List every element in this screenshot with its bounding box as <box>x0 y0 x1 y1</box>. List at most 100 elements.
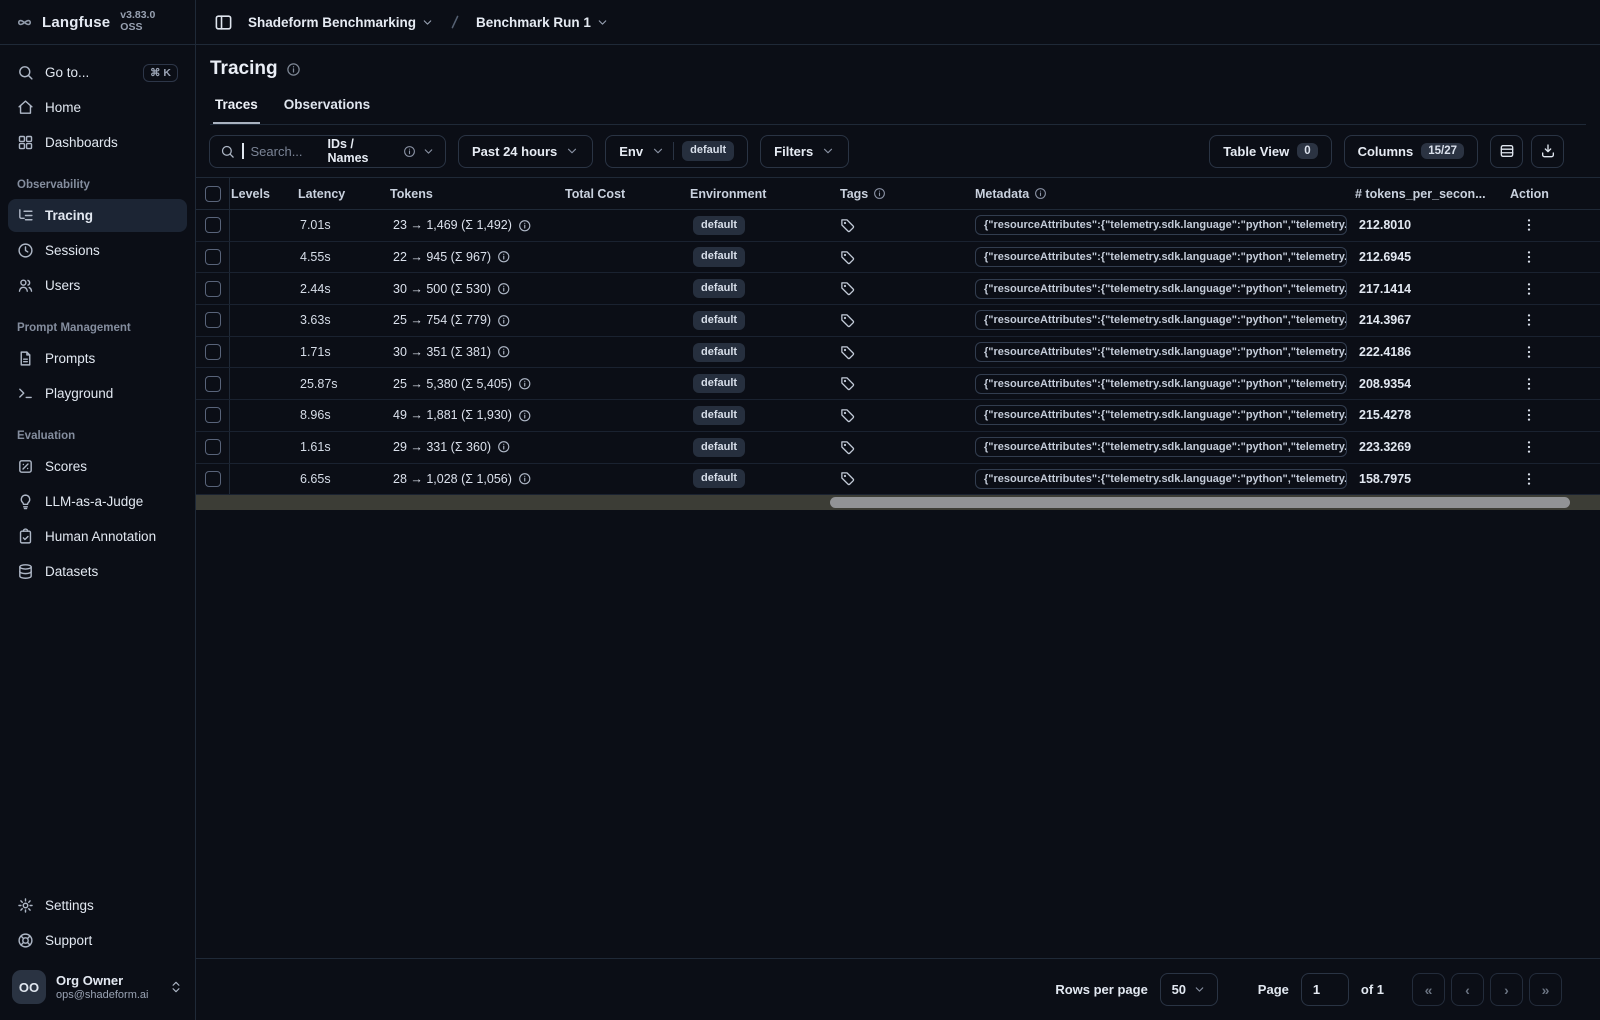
sidebar-item-support[interactable]: Support <box>8 924 187 957</box>
kebab-menu-icon[interactable] <box>1521 376 1537 392</box>
column-header-total-cost[interactable]: Total Cost <box>560 178 685 209</box>
metadata-pill[interactable]: {"resourceAttributes":{"telemetry.sdk.la… <box>975 278 1347 299</box>
breadcrumb-org[interactable]: Shadeform Benchmarking <box>248 15 434 30</box>
tag-icon[interactable] <box>840 281 855 296</box>
export-download-button[interactable] <box>1531 134 1564 168</box>
kebab-menu-icon[interactable] <box>1521 407 1537 423</box>
first-page-button[interactable]: « <box>1412 973 1445 1006</box>
metadata-pill[interactable]: {"resourceAttributes":{"telemetry.sdk.la… <box>975 247 1347 268</box>
row-checkbox[interactable] <box>205 470 221 487</box>
metadata-pill[interactable]: {"resourceAttributes":{"telemetry.sdk.la… <box>975 437 1347 458</box>
metadata-pill[interactable]: {"resourceAttributes":{"telemetry.sdk.la… <box>975 310 1347 331</box>
page-number-input[interactable] <box>1300 973 1349 1006</box>
metadata-pill[interactable]: {"resourceAttributes":{"telemetry.sdk.la… <box>975 405 1347 426</box>
sidebar-item-users[interactable]: Users <box>8 269 187 302</box>
kebab-menu-icon[interactable] <box>1521 217 1537 233</box>
row-checkbox[interactable] <box>205 217 221 234</box>
breadcrumb-project[interactable]: Benchmark Run 1 <box>476 15 609 30</box>
table-row[interactable]: 7.01s 23 → 1,469 (Σ 1,492) default {"res… <box>196 210 1600 242</box>
horizontal-scrollbar-track[interactable] <box>196 495 1600 511</box>
tab-traces[interactable]: Traces <box>213 93 260 124</box>
info-icon[interactable] <box>497 282 511 296</box>
column-header-latency[interactable]: Latency <box>295 178 388 209</box>
tag-icon[interactable] <box>840 313 855 328</box>
tag-icon[interactable] <box>840 471 855 486</box>
env-filter-button[interactable]: Env default <box>605 134 749 168</box>
kebab-menu-icon[interactable] <box>1521 471 1537 487</box>
select-all-checkbox[interactable] <box>205 185 221 202</box>
sidebar-item-prompts[interactable]: Prompts <box>8 342 187 375</box>
metadata-pill[interactable]: {"resourceAttributes":{"telemetry.sdk.la… <box>975 215 1347 236</box>
metadata-pill[interactable]: {"resourceAttributes":{"telemetry.sdk.la… <box>975 373 1347 394</box>
info-icon[interactable] <box>518 472 532 486</box>
sidebar-item-goto[interactable]: Go to... ⌘ K <box>8 56 187 89</box>
time-range-button[interactable]: Past 24 hours <box>458 134 594 168</box>
sidebar-item-sessions[interactable]: Sessions <box>8 234 187 267</box>
sidebar-item-dashboards[interactable]: Dashboards <box>8 126 187 159</box>
rows-per-page-select[interactable]: 50 <box>1159 973 1218 1006</box>
horizontal-scrollbar-thumb[interactable] <box>830 497 1570 509</box>
user-menu[interactable]: OO Org Owner ops@shadeform.ai <box>0 958 195 1020</box>
search-mode-dropdown[interactable]: IDs / Names <box>328 137 436 165</box>
kebab-menu-icon[interactable] <box>1521 281 1537 297</box>
sidebar-item-human-annotation[interactable]: Human Annotation <box>8 520 187 553</box>
tag-icon[interactable] <box>840 440 855 455</box>
column-header-environment[interactable]: Environment <box>685 178 835 209</box>
sidebar-toggle-button[interactable] <box>210 9 236 35</box>
sidebar-item-home[interactable]: Home <box>8 91 187 124</box>
sidebar-item-playground[interactable]: Playground <box>8 377 187 410</box>
sidebar-item-scores[interactable]: Scores <box>8 450 187 483</box>
kebab-menu-icon[interactable] <box>1521 439 1537 455</box>
kebab-menu-icon[interactable] <box>1521 312 1537 328</box>
last-page-button[interactable]: » <box>1529 973 1562 1006</box>
tab-observations[interactable]: Observations <box>282 93 372 124</box>
columns-button[interactable]: Columns 15/27 <box>1343 134 1478 168</box>
info-icon[interactable] <box>518 377 532 391</box>
info-icon[interactable] <box>497 250 511 264</box>
row-checkbox[interactable] <box>205 312 221 329</box>
row-checkbox[interactable] <box>205 249 221 266</box>
column-header-levels[interactable]: Levels <box>230 178 295 209</box>
tag-icon[interactable] <box>840 345 855 360</box>
filters-button[interactable]: Filters <box>760 134 850 168</box>
metadata-pill[interactable]: {"resourceAttributes":{"telemetry.sdk.la… <box>975 342 1347 363</box>
search-input[interactable] <box>250 143 321 159</box>
row-checkbox[interactable] <box>205 344 221 361</box>
info-icon[interactable] <box>497 345 511 359</box>
kebab-menu-icon[interactable] <box>1521 344 1537 360</box>
row-checkbox[interactable] <box>205 407 221 424</box>
info-icon[interactable] <box>518 409 532 423</box>
table-view-button[interactable]: Table View 0 <box>1209 134 1332 168</box>
info-icon[interactable] <box>518 219 532 233</box>
sidebar-item-datasets[interactable]: Datasets <box>8 555 187 588</box>
column-header-metadata[interactable]: Metadata <box>970 178 1350 209</box>
previous-page-button[interactable]: ‹ <box>1451 973 1484 1006</box>
column-header-tokens-per-second[interactable]: # tokens_per_secon... <box>1350 178 1505 209</box>
next-page-button[interactable]: › <box>1490 973 1523 1006</box>
sidebar-item-llm-judge[interactable]: LLM-as-a-Judge <box>8 485 187 518</box>
table-row[interactable]: 25.87s 25 → 5,380 (Σ 5,405) default {"re… <box>196 368 1600 401</box>
table-row[interactable]: 6.65s 28 → 1,028 (Σ 1,056) default {"res… <box>196 463 1600 496</box>
table-row[interactable]: 1.61s 29 → 331 (Σ 360) default {"resourc… <box>196 431 1600 464</box>
search-box[interactable]: IDs / Names <box>209 134 446 168</box>
tag-icon[interactable] <box>840 408 855 423</box>
sidebar-item-tracing[interactable]: Tracing <box>8 199 187 232</box>
kebab-menu-icon[interactable] <box>1521 249 1537 265</box>
column-header-tags[interactable]: Tags <box>835 178 970 209</box>
table-row[interactable]: 2.44s 30 → 500 (Σ 530) default {"resourc… <box>196 273 1600 306</box>
info-icon[interactable] <box>497 440 511 454</box>
tag-icon[interactable] <box>840 218 855 233</box>
sidebar-item-settings[interactable]: Settings <box>8 889 187 922</box>
row-density-button[interactable] <box>1490 134 1523 168</box>
info-icon[interactable] <box>497 314 511 328</box>
info-icon[interactable] <box>286 62 301 77</box>
row-checkbox[interactable] <box>205 280 221 297</box>
row-checkbox[interactable] <box>205 439 221 456</box>
table-row[interactable]: 1.71s 30 → 351 (Σ 381) default {"resourc… <box>196 336 1600 369</box>
column-header-tokens[interactable]: Tokens <box>388 178 560 209</box>
tag-icon[interactable] <box>840 250 855 265</box>
metadata-pill[interactable]: {"resourceAttributes":{"telemetry.sdk.la… <box>975 468 1347 489</box>
table-row[interactable]: 4.55s 22 → 945 (Σ 967) default {"resourc… <box>196 241 1600 274</box>
tag-icon[interactable] <box>840 376 855 391</box>
table-row[interactable]: 8.96s 49 → 1,881 (Σ 1,930) default {"res… <box>196 400 1600 432</box>
